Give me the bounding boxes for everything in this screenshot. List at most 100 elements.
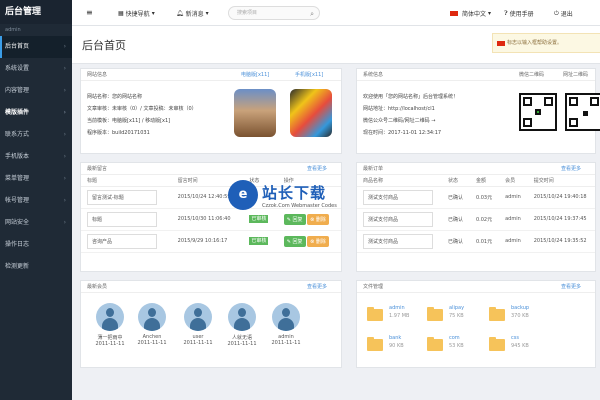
sidebar-item-templates[interactable]: 模版插件 › <box>0 102 72 124</box>
quick-nav-button[interactable]: ▦ 快捷导航 ▾ <box>118 9 155 18</box>
pc-version-link[interactable]: 电脑版[x11] <box>241 71 269 78</box>
order-status: 已确认 <box>441 208 470 231</box>
table-row: 咨询产品 2015/9/29 10:16:17 已审核 ✎ 回复 ⊗ 删除 <box>81 230 341 253</box>
sidebar-item-label: 模版插件 <box>5 109 30 116</box>
url-qr-code <box>565 93 600 131</box>
version-line: 程序版本：build20171031 <box>87 130 150 136</box>
files-panel: 文件管理 查看更多 admin 1.97 MB alipay 75 KB backu… <box>356 280 596 368</box>
language-label: 简体中文 <box>462 11 487 18</box>
file-name: admin <box>389 305 405 311</box>
column-header: 商品名称 <box>357 175 442 187</box>
manual-link[interactable]: ❓︎ 使用手册 <box>504 9 534 19</box>
column-header: 状态 <box>441 175 470 187</box>
new-message-button[interactable]: 🔔︎ 新消息 ▾ <box>176 9 209 18</box>
delete-icon: ⊗ <box>310 216 315 223</box>
view-more-link[interactable]: 查看更多 <box>561 283 581 290</box>
message-time: 2015/9/29 10:16:17 <box>171 230 244 253</box>
article-review-line: 文章审核：未审核（0）/ 文章投稿：未审核（0） <box>87 106 197 112</box>
avatar <box>138 303 166 331</box>
app-logo[interactable]: 后台管理 <box>0 0 72 24</box>
view-more-link[interactable]: 查看更多 <box>307 165 327 172</box>
logout-button[interactable]: ⏻ 退出 <box>554 9 573 19</box>
chevron-right-icon: › <box>63 197 66 204</box>
column-header: 标题 <box>81 175 172 187</box>
logout-label: 退出 <box>560 11 573 18</box>
sidebar-item-label: 后台首页 <box>5 43 30 50</box>
logout-icon: ⏻ <box>554 9 559 17</box>
sidebar-item-security[interactable]: 网站安全 › <box>0 212 72 234</box>
reply-button[interactable]: ✎ 回复 <box>283 235 306 247</box>
panel-title: 最新订单 <box>363 166 384 172</box>
mobile-template-thumbnail[interactable] <box>290 89 332 137</box>
menu-toggle-button[interactable]: ≡ <box>86 8 93 17</box>
file-size: 75 KB <box>449 313 464 319</box>
delete-button[interactable]: ⊗ 删除 <box>307 213 329 225</box>
order-name-field[interactable]: 测试支付商品 <box>363 233 433 249</box>
china-flag-icon <box>497 41 505 46</box>
message-title-field[interactable]: 标题 <box>87 211 157 227</box>
member-name: 人就无语 <box>231 335 252 341</box>
message-title-field[interactable]: 留言测试-标题 <box>87 189 157 205</box>
order-member: admin <box>499 230 528 253</box>
top-bar: ≡ ▦ 快捷导航 ▾ 🔔︎ 新消息 ▾ 搜索项目 ⌕ 简体中文 ▾ ❓︎ 使用手册 ⏻ 退出 <box>72 0 600 26</box>
folder-icon <box>489 337 505 351</box>
mobile-version-link[interactable]: 手机版[x11] <box>295 71 323 78</box>
member-name: 薄一把雨中 <box>97 335 123 341</box>
search-icon[interactable]: ⌕ <box>310 8 314 20</box>
file-item[interactable]: css 945 KB <box>489 335 569 359</box>
table-row: 测试支付商品 已确认 0.02元 admin 2015/10/24 19:37:… <box>357 208 595 231</box>
sidebar-item-content[interactable]: 内容管理 › <box>0 80 72 102</box>
sidebar-item-menu[interactable]: 菜单管理 › <box>0 168 72 190</box>
help-icon: ❓︎ <box>504 9 508 17</box>
sidebar-item-home[interactable]: 后台首页 › <box>0 36 72 58</box>
member-card[interactable]: admin 2011-11-11 <box>267 303 305 346</box>
order-member: admin <box>499 186 528 209</box>
member-card[interactable]: user 2011-11-11 <box>179 303 217 346</box>
language-selector[interactable]: 简体中文 ▾ <box>450 9 491 18</box>
order-status: 已确认 <box>441 230 470 253</box>
member-card[interactable]: 人就无语 2011-11-11 <box>223 303 261 347</box>
file-name: bank <box>389 335 402 341</box>
sidebar-item-label: 菜单管理 <box>5 175 30 182</box>
panel-header: 系统信息 微信二维码 网址二维码 <box>357 69 595 81</box>
order-name-field[interactable]: 测试支付商品 <box>363 211 433 227</box>
message-title-field[interactable]: 咨询产品 <box>87 233 157 249</box>
edit-icon: ✎ <box>286 216 291 223</box>
pc-template-thumbnail[interactable] <box>234 89 276 137</box>
file-name: com <box>449 335 460 341</box>
panel-title: 文件管理 <box>363 284 384 290</box>
search-input[interactable]: 搜索项目 ⌕ <box>228 6 320 20</box>
file-item[interactable]: backup 370 KB <box>489 305 569 329</box>
view-more-link[interactable]: 查看更多 <box>307 283 327 290</box>
orders-table: 商品名称 状态 金额 会员 提交时间 测试支付商品 已确认 0.03元 admi… <box>357 175 595 253</box>
member-card[interactable]: Anchen 2011-11-11 <box>133 303 171 346</box>
order-name-field[interactable]: 测试支付商品 <box>363 189 433 205</box>
watermark-subtitle: Czzok.Com Webmaster Codes <box>262 202 337 209</box>
chevron-right-icon: › <box>63 43 66 50</box>
sidebar-item-label: 检测更新 <box>5 263 30 270</box>
sidebar-item-update[interactable]: 检测更新 <box>0 256 72 278</box>
sidebar-item-label: 手机版本 <box>5 153 30 160</box>
sidebar-item-logs[interactable]: 操作日志 <box>0 234 72 256</box>
reply-button[interactable]: ✎ 回复 <box>283 213 306 225</box>
search-placeholder: 搜索项目 <box>237 10 258 16</box>
chevron-right-icon: › <box>63 131 66 138</box>
member-card[interactable]: 薄一把雨中 2011-11-11 <box>91 303 129 347</box>
sidebar-item-contact[interactable]: 联系方式 › <box>0 124 72 146</box>
chevron-right-icon: › <box>63 219 66 226</box>
message-time: 2015/10/30 11:06:40 <box>171 208 244 231</box>
file-name: alipay <box>449 305 465 311</box>
view-more-link[interactable]: 查看更多 <box>561 165 581 172</box>
sidebar-item-accounts[interactable]: 帐号管理 › <box>0 190 72 212</box>
sidebar-item-mobile[interactable]: 手机版本 › <box>0 146 72 168</box>
sidebar-item-label: 系统设置 <box>5 65 30 72</box>
sidebar-item-system[interactable]: 系统设置 › <box>0 58 72 80</box>
delete-button[interactable]: ⊗ 删除 <box>307 235 329 247</box>
panel-title: 网站信息 <box>87 72 108 78</box>
watermark-title: 站长下载 <box>262 183 327 202</box>
member-date: 2011-11-11 <box>137 340 167 346</box>
wechat-qr-code <box>519 93 557 131</box>
system-info-panel: 系统信息 微信二维码 网址二维码 欢迎使用「您的网站名称」后台管理系统！ 网站地… <box>356 68 600 154</box>
edit-icon: ✎ <box>286 238 291 245</box>
caret-down-icon: ▾ <box>151 10 155 17</box>
